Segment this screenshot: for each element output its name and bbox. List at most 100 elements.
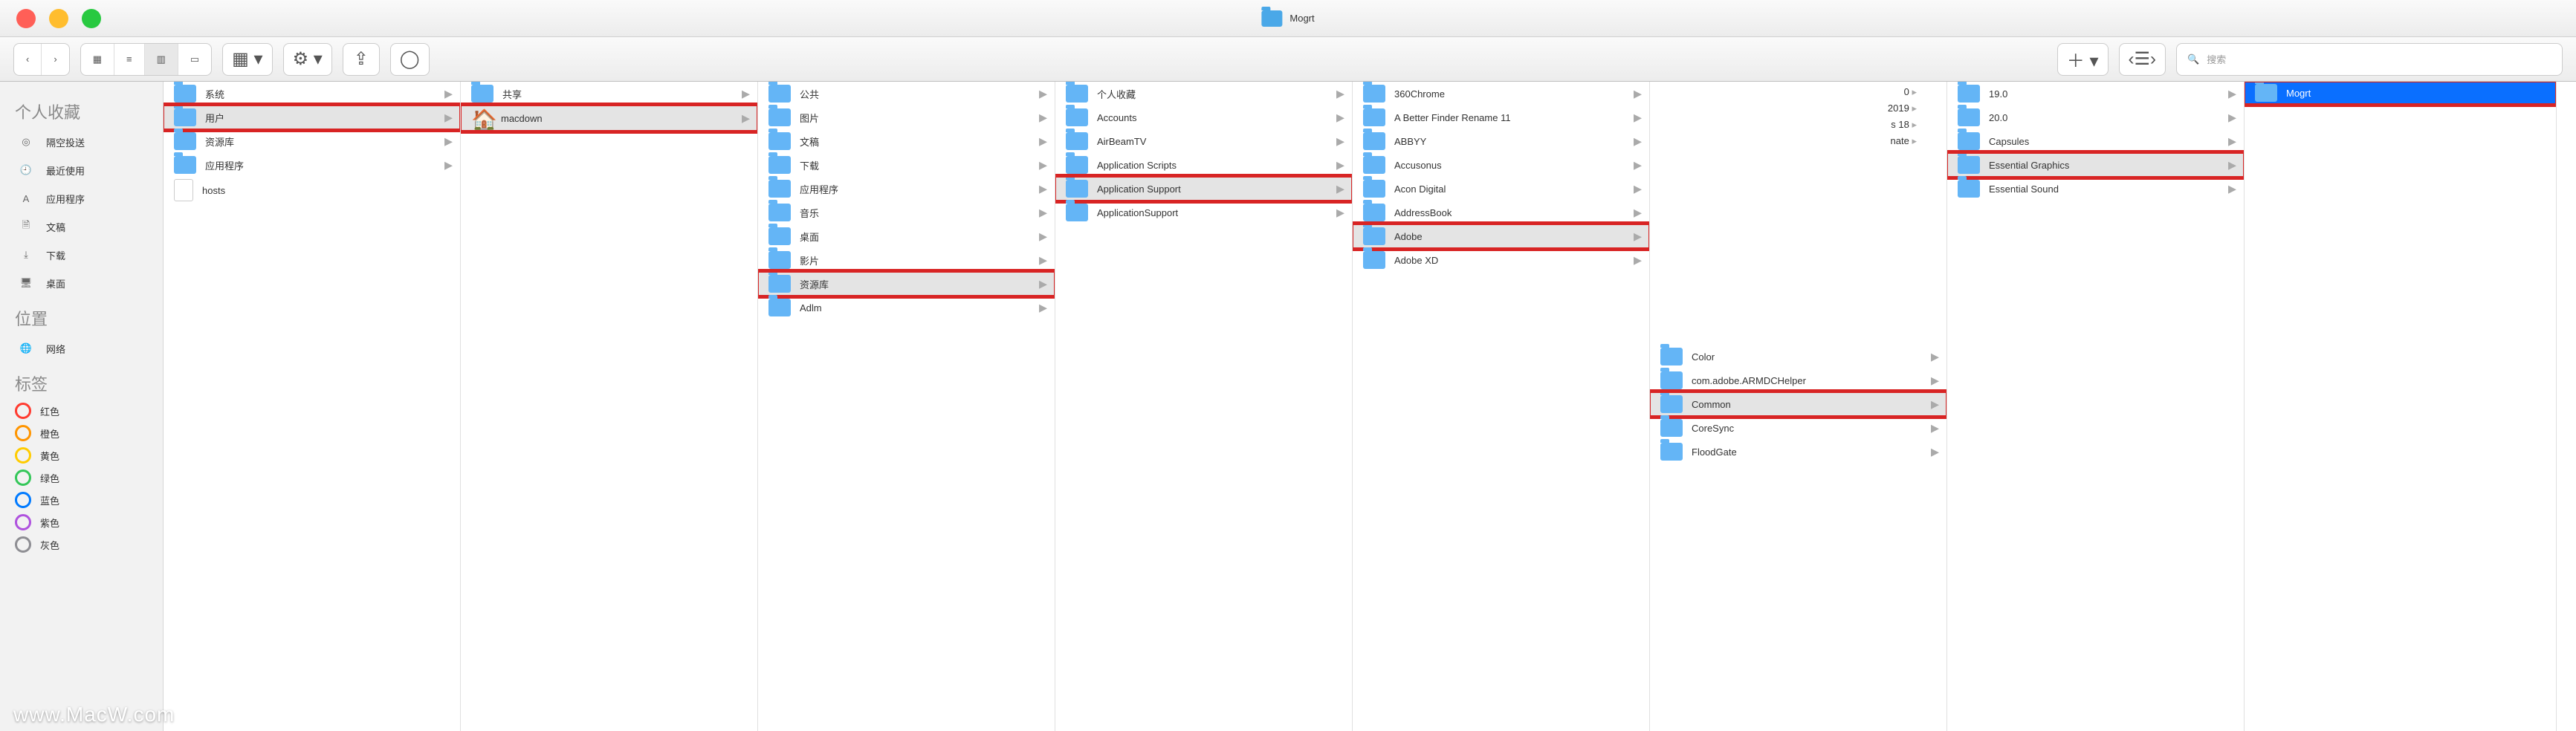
list-item[interactable]: Adobe▸ [1353,224,1649,248]
forward-button[interactable]: › [42,44,68,75]
list-item[interactable]: 资源库▸ [164,129,460,153]
list-item[interactable]: Adlm▸ [758,296,1055,319]
item-label: Mogrt [2286,88,2549,99]
view-list-button[interactable]: ≡ [114,44,145,75]
folder-icon [1363,132,1385,150]
list-item[interactable]: Common▸ [1650,392,1946,416]
list-item[interactable]: Application Scripts▸ [1055,153,1352,177]
list-item[interactable]: Color▸ [1650,345,1946,368]
list-item[interactable]: 用户▸ [164,105,460,129]
list-item[interactable]: com.adobe.ARMDCHelper▸ [1650,368,1946,392]
list-item[interactable]: 资源库▸ [758,272,1055,296]
view-gallery-button[interactable]: ▭ [178,44,211,75]
item-label: 19.0 [1989,88,2222,100]
sidebar-tag[interactable]: 黄色 [0,444,163,467]
list-item[interactable]: A Better Finder Rename 11▸ [1353,105,1649,129]
chevron-right-icon: ▸ [2228,84,2236,103]
view-columns-button[interactable]: ▥ [145,44,178,75]
search-field[interactable]: 🔍 搜索 [2176,43,2563,76]
list-item[interactable]: Acon Digital▸ [1353,177,1649,201]
sidebar-favorites-header: 个人收藏 [0,91,163,128]
list-item[interactable]: 360Chrome▸ [1353,82,1649,105]
list-item[interactable]: 2019 ▸ [1650,100,1917,117]
list-item[interactable]: 0 ▸ [1650,84,1917,100]
list-item[interactable]: Adobe XD▸ [1353,248,1649,272]
list-item[interactable]: AirBeamTV▸ [1055,129,1352,153]
chevron-right-icon: ▸ [1931,394,1939,414]
list-item[interactable]: 下载▸ [758,153,1055,177]
sidebar-label: 隔空投送 [46,135,85,149]
item-label: Application Scripts [1097,160,1330,171]
fullscreen-window-button[interactable] [82,9,101,28]
list-item[interactable]: 个人收藏▸ [1055,82,1352,105]
tag-label: 黄色 [40,449,59,463]
sidebar-item[interactable]: A应用程序 [0,184,163,212]
list-item[interactable]: 公共▸ [758,82,1055,105]
list-item[interactable]: 文稿▸ [758,129,1055,153]
sidebar-icon: 🗎 [15,215,37,238]
chevron-right-icon: ▸ [1336,108,1344,127]
sidebar-tag[interactable]: 灰色 [0,533,163,556]
folder-icon [768,85,791,103]
item-label: AirBeamTV [1097,136,1330,147]
list-item[interactable]: ApplicationSupport▸ [1055,201,1352,224]
list-item[interactable]: CoreSync▸ [1650,416,1946,440]
list-item[interactable]: FloodGate▸ [1650,440,1946,464]
chevron-right-icon: ▸ [444,155,453,175]
list-item[interactable]: 🏠macdown▸ [461,105,757,131]
edit-tags-button[interactable]: ◯ [390,43,430,76]
list-item[interactable]: nate ▸ [1650,133,1917,149]
list-item[interactable]: 20.0▸ [1947,105,2244,129]
list-item[interactable]: AddressBook▸ [1353,201,1649,224]
list-item[interactable]: ABBYY▸ [1353,129,1649,153]
item-label: Color [1692,351,1925,363]
sidebar-item[interactable]: 🖥桌面 [0,269,163,297]
list-item[interactable]: 应用程序▸ [758,177,1055,201]
list-item[interactable]: 共享▸ [461,82,757,105]
sidebar-tag[interactable]: 绿色 [0,467,163,489]
sidebar-item[interactable]: 🌐网络 [0,334,163,363]
column: Mogrt [2245,82,2557,731]
list-item[interactable]: Capsules▸ [1947,129,2244,153]
list-item[interactable]: 影片▸ [758,248,1055,272]
list-item[interactable]: Application Support▸ [1055,177,1352,201]
arrange-button[interactable]: ‹☰› [2119,43,2166,76]
sidebar-tag[interactable]: 蓝色 [0,489,163,511]
list-item[interactable]: s 18 ▸ [1650,117,1917,133]
list-item[interactable]: 桌面▸ [758,224,1055,248]
back-button[interactable]: ‹ [14,44,42,75]
view-icons-button[interactable]: ▦ [81,44,114,75]
list-item[interactable]: Accusonus▸ [1353,153,1649,177]
tag-label: 橙色 [40,426,59,441]
sidebar-item[interactable]: 🗎文稿 [0,212,163,241]
folder-icon [1660,443,1683,461]
sidebar-tag[interactable]: 红色 [0,400,163,422]
list-item[interactable]: Mogrt [2245,82,2556,104]
item-label: 资源库 [800,277,1033,291]
list-item[interactable]: 19.0 ▸ [1947,82,2244,105]
list-item[interactable]: Essential Graphics▸ [1947,153,2244,177]
list-item[interactable]: 图片▸ [758,105,1055,129]
close-window-button[interactable] [16,9,36,28]
item-label: 个人收藏 [1097,87,1330,101]
action-button[interactable]: ⚙ ▾ [283,43,332,76]
new-button[interactable]: ＋ ▾ [2057,43,2109,76]
folder-icon [1958,85,1980,103]
main-area: 个人收藏 ◎隔空投送🕘最近使用A应用程序🗎文稿⤓下载🖥桌面 位置 🌐网络 标签 … [0,82,2576,731]
folder-icon [768,156,791,174]
group-button[interactable]: ▦ ▾ [222,43,272,76]
list-item[interactable]: 应用程序▸ [164,153,460,177]
sidebar-item[interactable]: ⤓下载 [0,241,163,269]
share-button[interactable]: ⇪ [343,43,380,76]
minimize-window-button[interactable] [49,9,68,28]
sidebar-item[interactable]: ◎隔空投送 [0,128,163,156]
list-item[interactable]: hosts [164,177,460,204]
sidebar-item[interactable]: 🕘最近使用 [0,156,163,184]
list-item[interactable]: Accounts▸ [1055,105,1352,129]
list-item[interactable]: 音乐▸ [758,201,1055,224]
sidebar-tag[interactable]: 橙色 [0,422,163,444]
list-item[interactable]: Essential Sound▸ [1947,177,2244,201]
list-item[interactable]: 系统▸ [164,82,460,105]
chevron-right-icon: ▸ [1039,131,1047,151]
sidebar-tag[interactable]: 紫色 [0,511,163,533]
